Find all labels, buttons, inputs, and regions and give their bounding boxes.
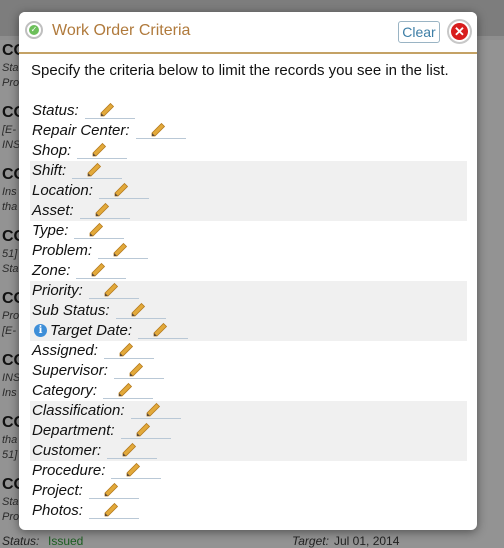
criteria-label: Procedure: bbox=[32, 462, 106, 479]
background-record-line: Pro bbox=[2, 511, 20, 523]
criteria-row: Project: bbox=[30, 481, 467, 501]
criteria-label: Target Date: bbox=[50, 322, 132, 339]
background-record-line: Ins bbox=[2, 387, 17, 399]
criteria-row: Status: bbox=[30, 101, 467, 121]
pencil-edit-icon[interactable] bbox=[117, 382, 133, 398]
background-target-label: Target: bbox=[292, 534, 329, 548]
criteria-row: Zone: bbox=[30, 261, 467, 281]
criteria-row: Location: bbox=[30, 181, 467, 201]
check-circle-icon: ✓ bbox=[25, 21, 43, 39]
criteria-label: Category: bbox=[32, 382, 98, 399]
criteria-row: Type: bbox=[30, 221, 467, 241]
criteria-label: Type: bbox=[32, 222, 69, 239]
pencil-edit-icon[interactable] bbox=[135, 422, 151, 438]
background-record-line: Ins bbox=[2, 186, 17, 198]
pencil-edit-icon[interactable] bbox=[145, 402, 161, 418]
close-button[interactable]: ✕ bbox=[447, 19, 472, 44]
dialog-header: ✓ Work Order Criteria Clear ✕ bbox=[19, 12, 477, 54]
background-record-line: Sta bbox=[2, 62, 19, 74]
pencil-edit-icon[interactable] bbox=[91, 142, 107, 158]
pencil-edit-icon[interactable] bbox=[88, 222, 104, 238]
pencil-edit-icon[interactable] bbox=[94, 202, 110, 218]
clear-button[interactable]: Clear bbox=[398, 21, 440, 43]
criteria-label: Shop: bbox=[32, 142, 72, 159]
background-target-value: Jul 01, 2014 bbox=[334, 534, 400, 548]
pencil-edit-icon[interactable] bbox=[103, 282, 119, 298]
criteria-label: Status: bbox=[32, 102, 79, 119]
pencil-edit-icon[interactable] bbox=[90, 262, 106, 278]
background-record-footer: Status: Issued Target: Jul 01, 2014 bbox=[0, 532, 504, 548]
criteria-label: Location: bbox=[32, 182, 93, 199]
criteria-label: Classification: bbox=[32, 402, 125, 419]
criteria-label: Supervisor: bbox=[32, 362, 108, 379]
pencil-edit-icon[interactable] bbox=[86, 162, 102, 178]
criteria-label: Assigned: bbox=[32, 342, 98, 359]
pencil-edit-icon[interactable] bbox=[125, 462, 141, 478]
criteria-row: Customer: bbox=[30, 441, 467, 461]
criteria-row: Shift: bbox=[30, 161, 467, 181]
criteria-label: Shift: bbox=[32, 162, 67, 179]
criteria-row: Supervisor: bbox=[30, 361, 467, 381]
criteria-row: Repair Center: bbox=[30, 121, 467, 141]
criteria-label: Sub Status: bbox=[32, 302, 110, 319]
criteria-label: Problem: bbox=[32, 242, 93, 259]
criteria-row: i Target Date: bbox=[30, 321, 467, 341]
pencil-edit-icon[interactable] bbox=[103, 482, 119, 498]
background-record-line: Sta bbox=[2, 263, 19, 275]
background-status-value: Issued bbox=[48, 534, 84, 548]
background-record-line: tha bbox=[2, 434, 18, 446]
info-icon[interactable]: i bbox=[34, 324, 47, 337]
close-icon: ✕ bbox=[451, 23, 468, 40]
background-record-line: 51] bbox=[2, 248, 18, 260]
pencil-edit-icon[interactable] bbox=[99, 102, 115, 118]
background-record-line: [E- bbox=[2, 124, 17, 136]
criteria-row: Sub Status: bbox=[30, 301, 467, 321]
pencil-edit-icon[interactable] bbox=[150, 122, 166, 138]
pencil-edit-icon[interactable] bbox=[118, 342, 134, 358]
pencil-edit-icon[interactable] bbox=[121, 442, 137, 458]
criteria-label: Repair Center: bbox=[32, 122, 130, 139]
pencil-edit-icon[interactable] bbox=[128, 362, 144, 378]
background-record-line: Sta bbox=[2, 496, 19, 508]
pencil-edit-icon[interactable] bbox=[130, 302, 146, 318]
criteria-row: Category: bbox=[30, 381, 467, 401]
criteria-row: Problem: bbox=[30, 241, 467, 261]
criteria-row: Priority: bbox=[30, 281, 467, 301]
background-record-line: INS bbox=[2, 372, 21, 384]
criteria-label: Asset: bbox=[32, 202, 74, 219]
background-record-line: tha bbox=[2, 201, 18, 213]
criteria-row: Asset: bbox=[30, 201, 467, 221]
criteria-row: Assigned: bbox=[30, 341, 467, 361]
background-record-line: [E- bbox=[2, 325, 17, 337]
criteria-row: Department: bbox=[30, 421, 467, 441]
dialog-title: Work Order Criteria bbox=[52, 22, 191, 39]
pencil-edit-icon[interactable] bbox=[152, 322, 168, 338]
criteria-row: Photos: bbox=[30, 501, 467, 521]
criteria-label: Priority: bbox=[32, 282, 83, 299]
background-record-line: 51] bbox=[2, 449, 18, 461]
criteria-label: Customer: bbox=[32, 442, 102, 459]
criteria-label: Project: bbox=[32, 482, 83, 499]
criteria-label: Photos: bbox=[32, 502, 83, 519]
criteria-row: Classification: bbox=[30, 401, 467, 421]
criteria-row: Procedure: bbox=[30, 461, 467, 481]
criteria-list: Status: Repair Center: Shop: Shift: Location… bbox=[30, 101, 467, 521]
pencil-edit-icon[interactable] bbox=[113, 182, 129, 198]
dialog-instructions: Specify the criteria below to limit the … bbox=[31, 62, 449, 79]
criteria-row: Shop: bbox=[30, 141, 467, 161]
criteria-label: Zone: bbox=[32, 262, 71, 279]
pencil-edit-icon[interactable] bbox=[103, 502, 119, 518]
pencil-edit-icon[interactable] bbox=[112, 242, 128, 258]
work-order-criteria-dialog: ✓ Work Order Criteria Clear ✕ Specify th… bbox=[19, 12, 477, 530]
background-record-line: Pro bbox=[2, 77, 20, 89]
background-status-label: Status: bbox=[2, 534, 40, 548]
background-record-line: INS bbox=[2, 139, 21, 151]
background-record-line: Pro bbox=[2, 310, 20, 322]
criteria-label: Department: bbox=[32, 422, 115, 439]
